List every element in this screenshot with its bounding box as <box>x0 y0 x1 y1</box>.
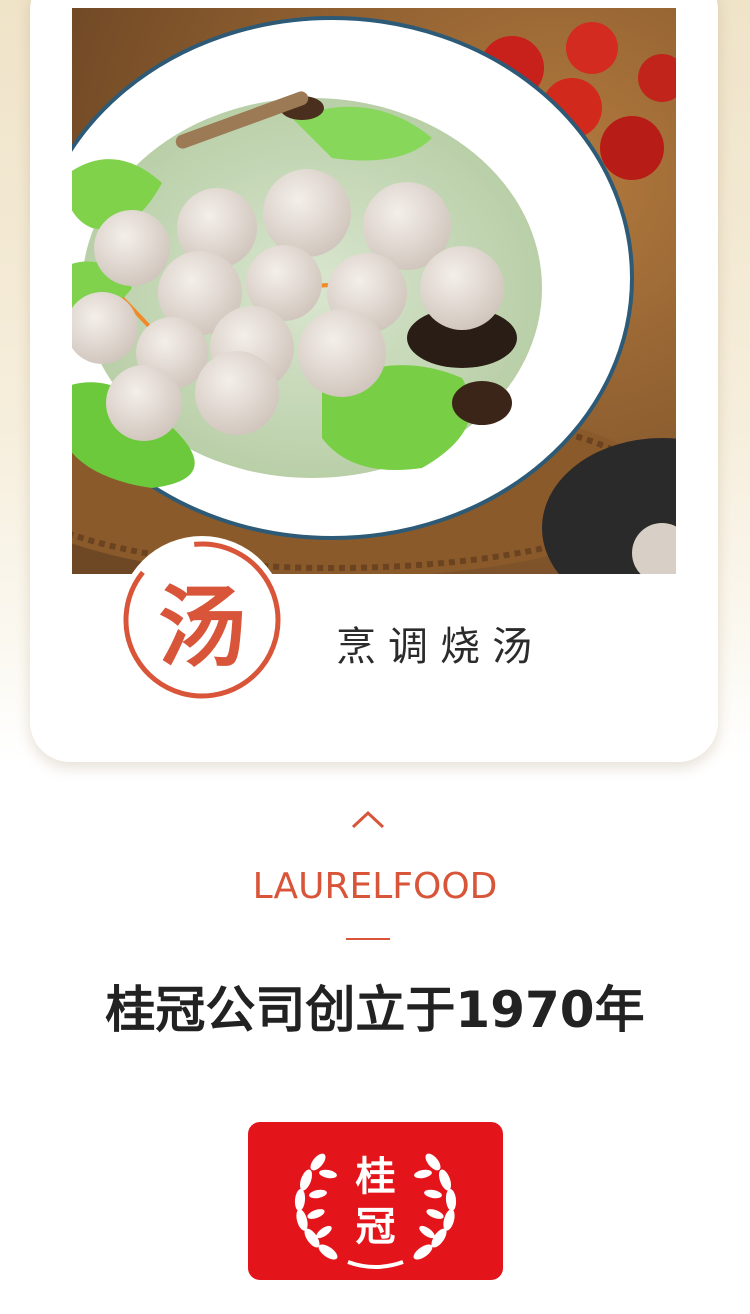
laurel-logo: 桂 冠 <box>248 1122 503 1280</box>
chevron-up-icon[interactable] <box>350 808 386 830</box>
product-card: 汤 烹调烧汤 <box>30 0 718 762</box>
seal-character: 汤 <box>157 574 246 679</box>
usage-caption: 烹调烧汤 <box>336 624 544 670</box>
meatball-soup-photo <box>72 8 676 574</box>
logo-char-2: 冠 <box>355 1204 396 1250</box>
section-divider <box>346 938 390 940</box>
company-founded-headline: 桂冠公司创立于1970年 <box>105 981 645 1039</box>
seal-badge: 汤 <box>112 530 292 710</box>
brand-english-name: LAURELFOOD <box>252 866 498 907</box>
